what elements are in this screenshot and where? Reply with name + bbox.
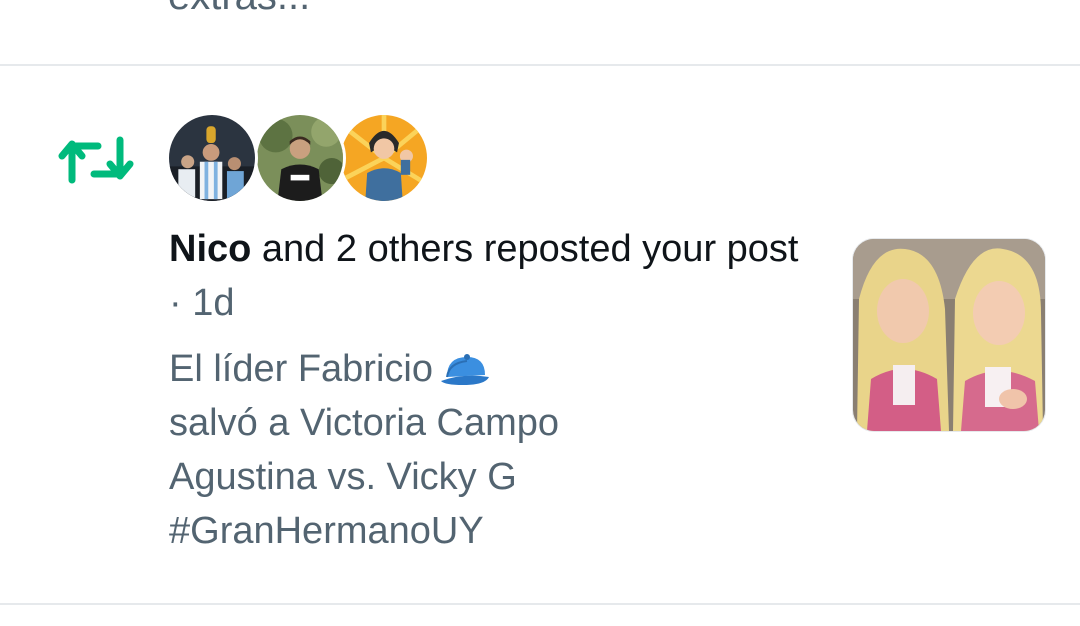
post-line: #GranHermanoUY: [169, 510, 484, 552]
reposted-post-text[interactable]: El líder Fabricio salvó a Victoria Campo…: [169, 342, 809, 558]
time-separator: ·: [169, 282, 193, 324]
action-text: and 2 others reposted your post: [251, 228, 799, 270]
notification-headline: Nico and 2 others reposted your post · 1…: [169, 222, 809, 330]
post-line: El líder Fabricio: [169, 342, 809, 396]
avatar[interactable]: [254, 112, 346, 204]
previous-notification[interactable]: extras...: [0, 0, 1080, 66]
avatar[interactable]: [166, 112, 258, 204]
post-line-text: El líder Fabricio: [169, 348, 433, 390]
actor-name[interactable]: Nico: [169, 228, 251, 270]
notifications-page: extras...: [0, 0, 1080, 626]
post-media-thumbnail[interactable]: [852, 238, 1046, 432]
reposter-avatars: [166, 112, 446, 208]
repost-icon: [58, 132, 134, 188]
repost-notification[interactable]: Nico and 2 others reposted your post · 1…: [0, 66, 1080, 604]
divider: [0, 603, 1080, 605]
timestamp: 1d: [192, 282, 235, 324]
post-line: Agustina vs. Vicky G: [169, 456, 517, 498]
post-line: salvó a Victoria Campo: [169, 402, 560, 444]
billed-cap-icon: [439, 351, 491, 391]
avatar[interactable]: [338, 112, 430, 204]
previous-notification-text: extras...: [168, 0, 310, 20]
